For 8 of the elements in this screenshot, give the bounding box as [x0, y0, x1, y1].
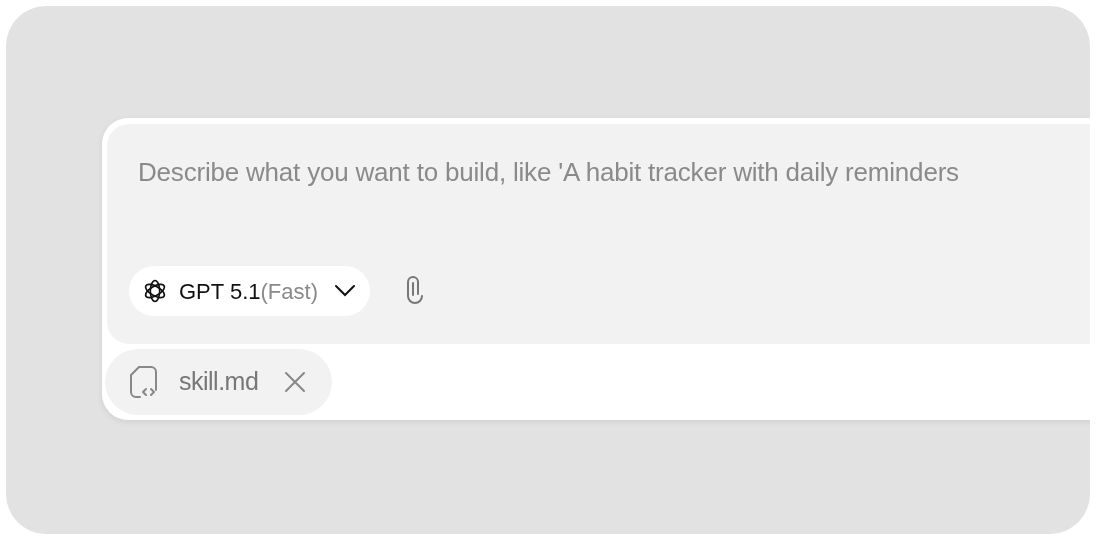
attachment-name: skill.md — [179, 366, 259, 398]
model-name: GPT 5.1 — [179, 277, 261, 306]
close-icon[interactable] — [284, 371, 307, 393]
chevron-down-icon — [334, 284, 356, 298]
code-file-icon — [127, 365, 159, 399]
model-picker[interactable]: GPT 5.1(Fast) — [129, 266, 370, 316]
prompt-field[interactable]: Describe what you want to build, like 'A habit tracker with daily reminders — [129, 154, 1090, 204]
model-mode: (Fast) — [260, 277, 318, 306]
